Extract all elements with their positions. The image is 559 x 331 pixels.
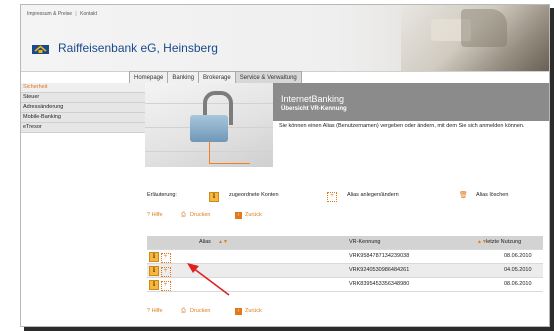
padlock-icon [190,115,228,142]
alias-edit-icon[interactable]: + [160,267,171,277]
info-icon[interactable]: i [149,280,159,290]
legend-alias-item: + [327,192,337,202]
main-nav-tabs: Homepage Banking Brokerage Service & Ver… [129,71,302,84]
legend-delete-text: Alias löschen [476,192,509,198]
table-header-row: Alias ▲▼ VR-Kennung ▲▼ letzte Nutzung [147,236,543,250]
link-separator: | [75,11,77,17]
legend-delete-item: 🗑 [459,192,468,199]
table-row: i + VRK8395453356348980 08.06.2010 [147,278,543,292]
print-link[interactable]: Drucken [190,212,210,218]
sidebar-item-steuer[interactable]: Steuer [21,93,145,103]
legend-alias-text: Alias anlegen/ändern [347,192,399,198]
last-used-cell: 04.05.2010 [504,267,532,273]
column-header-alias[interactable]: Alias [199,239,211,245]
row-actions: i + [149,252,171,263]
bank-name: Raiffeisenbank eG, Heinsberg [58,41,218,55]
last-used-cell: 08.06.2010 [504,281,532,287]
back-link[interactable]: Zurück [245,212,262,218]
banner-subtitle: Übersicht VR-Kennung [281,106,347,112]
header-photo-shape [461,9,507,47]
last-used-cell: 08.06.2010 [504,253,532,259]
row-actions: i + [149,280,171,291]
browser-page: Impressum & Preise | Kontakt Raiffeisenb… [20,4,550,327]
info-icon[interactable]: i [149,252,159,262]
sidebar-item-adressaenderung[interactable]: Adressänderung [21,103,145,113]
sidebar-item-sicherheit[interactable]: Sicherheit [21,83,145,93]
impressum-link[interactable]: Impressum & Preise [27,11,72,17]
column-header-vr-kennung[interactable]: VR-Kennung [349,239,381,245]
alias-edit-icon[interactable]: + [160,253,171,263]
kontakt-link[interactable]: Kontakt [80,11,97,17]
table-row: i + VRK9240530986484261 04.05.2010 [147,264,543,278]
table-row: i + VRK9584787134239038 08.06.2010 [147,250,543,264]
banner-title: InternetBanking [281,94,345,104]
action-bar-bottom: ? Hilfe ⎙ Drucken › Zurück [147,308,262,315]
sidebar-item-etresor[interactable]: eTresor [21,123,145,133]
sidebar-item-mobile-banking[interactable]: Mobile-Banking [21,113,145,123]
print-link[interactable]: Drucken [190,308,210,314]
page-description: Sie können einen Alias (Benutzernamen) v… [279,123,525,129]
raiffeisen-logo-icon[interactable] [32,45,49,54]
vr-kennung-table: Alias ▲▼ VR-Kennung ▲▼ letzte Nutzung i … [147,236,543,292]
legend-info-item: i [209,192,219,202]
sort-icon[interactable]: ▲▼ [218,239,228,245]
legend-label: Erläuterung: [147,192,177,198]
row-actions: i + [149,266,171,277]
alias-edit-icon: + [327,192,337,202]
page-header: Impressum & Preise | Kontakt Raiffeisenb… [21,5,549,72]
vr-kennung-cell: VRK9584787134239038 [349,253,410,259]
help-link[interactable]: ? Hilfe [147,308,163,314]
column-header-letzte-nutzung[interactable]: letzte Nutzung [486,239,521,245]
header-photo [401,5,549,71]
help-link[interactable]: ? Hilfe [147,212,163,218]
alias-edit-icon[interactable]: + [160,281,171,291]
action-bar-top: ? Hilfe ⎙ Drucken › Zurück [147,212,262,219]
trash-icon: 🗑 [459,192,468,199]
padlock-photo [145,83,273,167]
legend-info-text: zugeordnete Konten [229,192,279,198]
sidebar: Sicherheit Steuer Adressänderung Mobile-… [21,83,145,133]
info-icon[interactable]: i [149,266,159,276]
vr-kennung-cell: VRK8395453356348980 [349,281,410,287]
accent-line [209,141,250,164]
info-icon: i [209,192,219,202]
back-link[interactable]: Zurück [245,308,262,314]
vr-kennung-cell: VRK9240530986484261 [349,267,410,273]
top-links: Impressum & Preise | Kontakt [27,11,97,17]
